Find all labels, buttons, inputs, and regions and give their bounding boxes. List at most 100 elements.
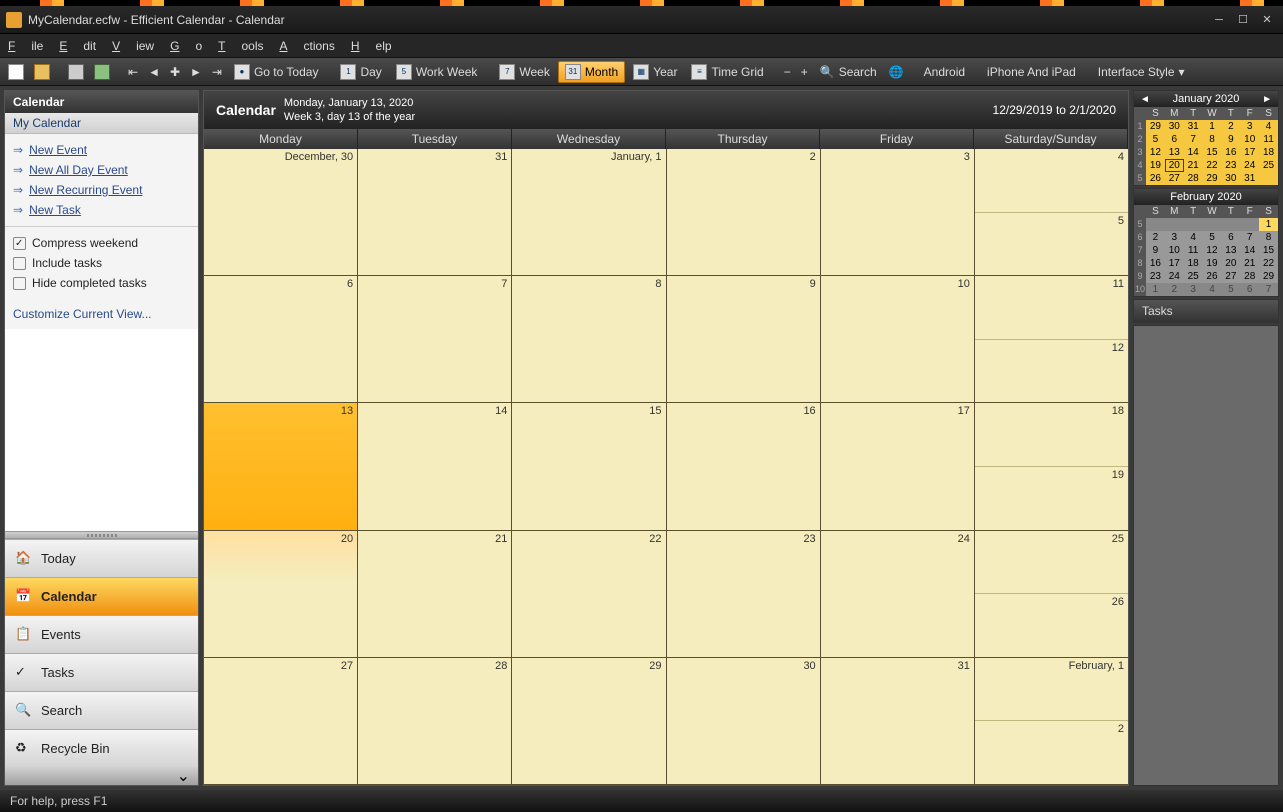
- mini-day[interactable]: 6: [1165, 133, 1184, 146]
- goto-today-button[interactable]: ●Go to Today: [228, 61, 325, 83]
- mini-day[interactable]: 30: [1221, 172, 1240, 185]
- interface-style-button[interactable]: Interface Style ▾: [1092, 61, 1191, 83]
- zoom-out-icon[interactable]: −: [780, 61, 795, 83]
- mini-day[interactable]: 10: [1165, 244, 1184, 257]
- link-new-recurring-event[interactable]: ⇒New Recurring Event: [13, 180, 190, 200]
- nav-add-icon[interactable]: ✚: [166, 61, 184, 83]
- calendar-day[interactable]: 28: [358, 658, 512, 784]
- mini-day[interactable]: 1: [1146, 283, 1165, 296]
- calendar-day[interactable]: 23: [667, 531, 821, 657]
- mini-day[interactable]: 24: [1240, 159, 1259, 172]
- calendar-day[interactable]: January, 1: [512, 149, 666, 275]
- menu-tools[interactable]: Tools: [218, 39, 263, 53]
- mini-day[interactable]: 2: [1146, 231, 1165, 244]
- mini-day[interactable]: 1: [1203, 120, 1222, 133]
- mini-day[interactable]: 22: [1259, 257, 1278, 270]
- mini-day[interactable]: 13: [1165, 146, 1184, 159]
- nav-recycle-bin[interactable]: ♻Recycle Bin: [5, 729, 198, 767]
- calendar-day[interactable]: 7: [358, 276, 512, 402]
- print-icon[interactable]: [64, 61, 88, 83]
- mini-day[interactable]: 27: [1165, 172, 1184, 185]
- nav-search[interactable]: 🔍Search: [5, 691, 198, 729]
- view-month-button[interactable]: 31Month: [558, 61, 625, 83]
- mini-day[interactable]: 28: [1184, 172, 1203, 185]
- calendar-day[interactable]: 15: [512, 403, 666, 529]
- globe-icon[interactable]: 🌐: [885, 61, 908, 83]
- nav-overflow-button[interactable]: ⌄: [5, 767, 198, 785]
- mini-day[interactable]: 1: [1259, 218, 1278, 231]
- mini-day[interactable]: 5: [1221, 283, 1240, 296]
- mini-day[interactable]: 18: [1259, 146, 1278, 159]
- mini-day[interactable]: 23: [1221, 159, 1240, 172]
- mini-day[interactable]: 20: [1221, 257, 1240, 270]
- mini-day[interactable]: 30: [1165, 120, 1184, 133]
- close-button[interactable]: ✕: [1257, 13, 1277, 27]
- calendar-day[interactable]: 21: [358, 531, 512, 657]
- calendar-day[interactable]: 8: [512, 276, 666, 402]
- menu-view[interactable]: View: [112, 39, 154, 53]
- customize-view-link[interactable]: Customize Current View...: [5, 299, 198, 329]
- calendar-day[interactable]: 4: [975, 149, 1128, 213]
- mini-day[interactable]: 11: [1259, 133, 1278, 146]
- mini-day[interactable]: 16: [1221, 146, 1240, 159]
- calendar-day[interactable]: 31: [358, 149, 512, 275]
- mini-day[interactable]: 7: [1240, 231, 1259, 244]
- mini-prev-button[interactable]: ◄: [1136, 94, 1154, 105]
- mini-day[interactable]: 3: [1184, 283, 1203, 296]
- calendar-day[interactable]: 20: [204, 531, 358, 657]
- calendar-day[interactable]: 11: [975, 276, 1128, 340]
- mini-day[interactable]: [1184, 218, 1203, 231]
- menu-edit[interactable]: Edit: [59, 39, 96, 53]
- mini-day[interactable]: 21: [1240, 257, 1259, 270]
- nav-next-icon[interactable]: ►: [186, 61, 206, 83]
- calendar-day[interactable]: 26: [975, 594, 1128, 657]
- mini-day[interactable]: 22: [1203, 159, 1222, 172]
- menu-help[interactable]: Help: [351, 39, 392, 53]
- mini-day[interactable]: 10: [1240, 133, 1259, 146]
- menu-go[interactable]: Go: [170, 39, 202, 53]
- search-button[interactable]: 🔍Search: [814, 61, 883, 83]
- mini-day[interactable]: 31: [1240, 172, 1259, 185]
- mini-day[interactable]: [1240, 218, 1259, 231]
- mini-day[interactable]: 14: [1240, 244, 1259, 257]
- mini-day[interactable]: [1146, 218, 1165, 231]
- menu-actions[interactable]: Actions: [279, 39, 334, 53]
- mini-day[interactable]: 5: [1146, 133, 1165, 146]
- mini-next-button[interactable]: ►: [1258, 94, 1276, 105]
- calendar-day[interactable]: 14: [358, 403, 512, 529]
- minimize-button[interactable]: ─: [1209, 13, 1229, 27]
- nav-first-icon[interactable]: ⇤: [124, 61, 142, 83]
- nav-prev-icon[interactable]: ◄: [144, 61, 164, 83]
- iphone-button[interactable]: iPhone And iPad: [981, 61, 1082, 83]
- mini-day[interactable]: 19: [1146, 159, 1165, 172]
- calendar-day[interactable]: 9: [667, 276, 821, 402]
- link-new-all-day-event[interactable]: ⇒New All Day Event: [13, 160, 190, 180]
- nav-today[interactable]: 🏠Today: [5, 539, 198, 577]
- calendar-day[interactable]: 18: [975, 403, 1128, 467]
- mini-day[interactable]: 11: [1184, 244, 1203, 257]
- calendar-day[interactable]: 3: [821, 149, 975, 275]
- new-icon[interactable]: [4, 61, 28, 83]
- calendar-day[interactable]: 2: [975, 721, 1128, 784]
- sidebar-subheader[interactable]: My Calendar: [5, 113, 198, 134]
- view-year-button[interactable]: ▦Year: [627, 61, 683, 83]
- menu-file[interactable]: File: [8, 39, 43, 53]
- mini-day[interactable]: 25: [1184, 270, 1203, 283]
- calendar-day[interactable]: 12: [975, 340, 1128, 403]
- mini-day[interactable]: 29: [1203, 172, 1222, 185]
- opt-include-tasks[interactable]: Include tasks: [13, 253, 190, 273]
- calendar-day[interactable]: 19: [975, 467, 1128, 530]
- mini-day[interactable]: 4: [1259, 120, 1278, 133]
- mini-day[interactable]: 29: [1146, 120, 1165, 133]
- mini-day[interactable]: 7: [1184, 133, 1203, 146]
- mini-day[interactable]: 3: [1165, 231, 1184, 244]
- mini-day[interactable]: 6: [1221, 231, 1240, 244]
- mini-day[interactable]: 2: [1221, 120, 1240, 133]
- calendar-day[interactable]: December, 30: [204, 149, 358, 275]
- maximize-button[interactable]: ☐: [1233, 13, 1253, 27]
- android-button[interactable]: Android: [918, 61, 971, 83]
- view-day-button[interactable]: 1Day: [334, 61, 387, 83]
- zoom-in-icon[interactable]: +: [797, 61, 812, 83]
- mini-day[interactable]: 25: [1259, 159, 1278, 172]
- mini-day[interactable]: 29: [1259, 270, 1278, 283]
